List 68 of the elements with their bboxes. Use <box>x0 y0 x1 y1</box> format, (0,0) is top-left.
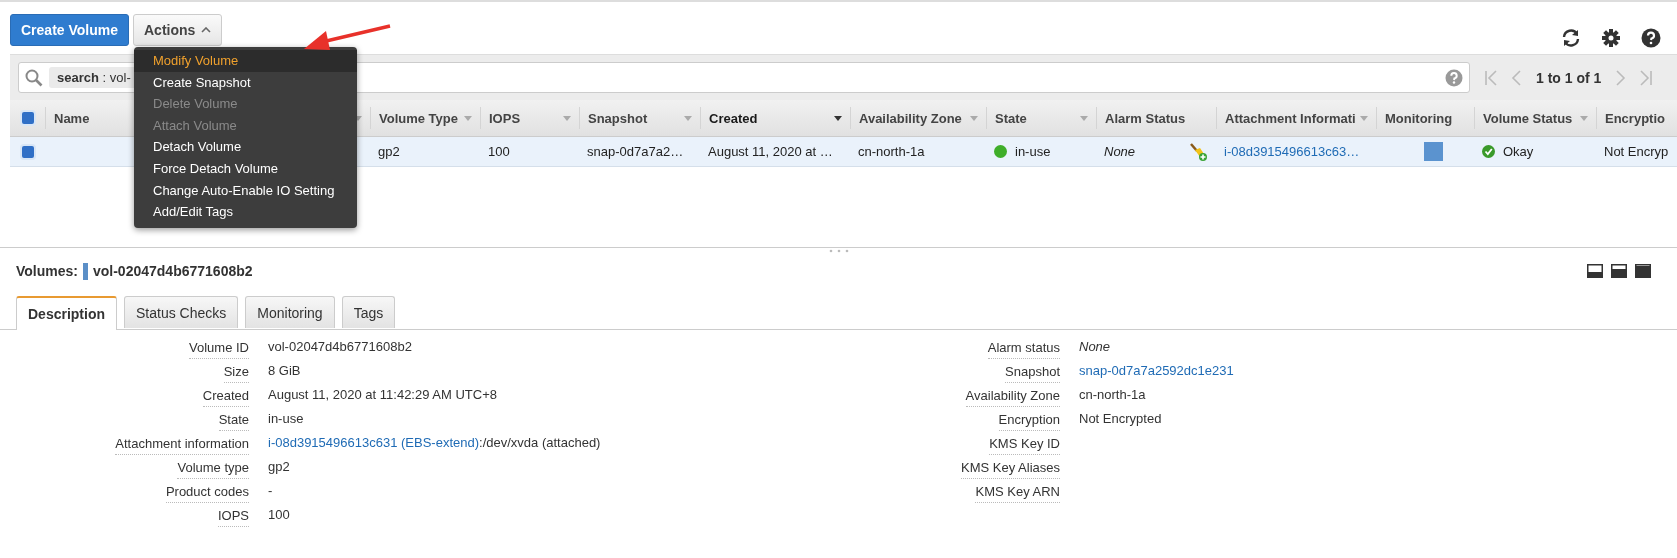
layout-icon[interactable] <box>1611 264 1627 278</box>
field-label: Snapshot <box>1005 361 1060 383</box>
sort-caret-icon[interactable] <box>834 115 842 121</box>
field-label: Alarm status <box>987 337 1060 359</box>
field-value: 8 GiB <box>267 362 302 380</box>
field-label: Volume type <box>177 457 249 479</box>
brush-plus-icon[interactable] <box>1188 141 1208 162</box>
menu-item[interactable]: Add/Edit Tags <box>134 201 357 223</box>
field-value: 100 <box>267 506 291 524</box>
table-cell: in-use <box>1015 144 1051 159</box>
thumbnail-icon[interactable] <box>1424 142 1443 161</box>
instance-link[interactable]: i-08d3915496613c631 (EBS-extend) <box>268 435 480 450</box>
tab[interactable]: Status Checks <box>124 296 239 328</box>
table-cell: None <box>1104 144 1136 159</box>
field-value: Not Encrypted <box>1078 410 1163 428</box>
field-value: August 11, 2020 at 11:42:29 AM UTC+8 <box>267 386 498 404</box>
table-cell: 100 <box>488 144 510 159</box>
table-cell: cn-north-1a <box>858 144 925 159</box>
row-checkbox[interactable] <box>20 143 36 160</box>
first-page-icon[interactable] <box>1484 69 1498 86</box>
table-cell: snap-0d7a7a2… <box>587 144 684 159</box>
table-cell: August 11, 2020 at … <box>708 144 833 159</box>
create-volume-button[interactable]: Create Volume <box>10 14 129 46</box>
field-value: None <box>1078 338 1112 356</box>
field-value: in-use <box>267 410 305 428</box>
field-label: Product codes <box>165 481 249 503</box>
actions-button[interactable]: Actions <box>133 14 223 46</box>
settings-icon[interactable] <box>1601 28 1621 48</box>
table-cell: Not Encryp <box>1604 144 1669 159</box>
volume-marker <box>83 262 88 280</box>
field-value: cn-north-1a <box>1078 386 1147 404</box>
field-label: Attachment information <box>115 433 249 455</box>
tab[interactable]: Tags <box>341 296 396 328</box>
layout-icon[interactable] <box>1587 264 1603 278</box>
pager-text: 1 to 1 of 1 <box>1536 69 1602 86</box>
field-label: Encryption <box>998 409 1060 431</box>
field-label: KMS Key ID <box>989 433 1060 455</box>
field-label: Availability Zone <box>965 385 1060 407</box>
select-all-checkbox[interactable] <box>20 110 36 126</box>
refresh-icon[interactable] <box>1561 28 1581 48</box>
field-value: gp2 <box>267 458 291 476</box>
menu-item[interactable]: Force Detach Volume <box>134 157 357 180</box>
tab[interactable]: Description <box>16 296 117 330</box>
tab[interactable]: Monitoring <box>245 296 335 328</box>
field-label: KMS Key ARN <box>975 481 1060 503</box>
field-value: vol-02047d4b6771608b2 <box>267 338 413 356</box>
check-icon <box>1482 145 1495 158</box>
menu-item[interactable]: Modify Volume <box>134 50 357 72</box>
previous-page-icon[interactable] <box>1510 69 1524 86</box>
field-label: Created <box>202 385 249 407</box>
table-cell: Okay <box>1503 144 1534 159</box>
field-label: State <box>218 409 249 431</box>
field-label: Size <box>223 361 249 383</box>
table-cell: gp2 <box>378 144 400 159</box>
last-page-icon[interactable] <box>1639 69 1654 86</box>
search-icon <box>25 68 43 87</box>
snapshot-link[interactable]: snap-0d7a7a2592dc1e231 <box>1079 363 1234 378</box>
menu-item[interactable]: Change Auto-Enable IO Setting <box>134 179 357 202</box>
next-page-icon[interactable] <box>1613 69 1628 86</box>
field-value: - <box>267 482 274 500</box>
field-label: Volume ID <box>189 337 249 359</box>
field-label: KMS Key Aliases <box>961 457 1060 479</box>
field-value: i-08d3915496613c631 (EBS-extend):/dev/xvda (attached) <box>267 434 602 452</box>
field-label: IOPS <box>217 505 249 527</box>
volume-id-title: vol-02047d4b6771608b2 <box>93 263 253 279</box>
caret-icon <box>201 27 212 33</box>
panel-label: Volumes: <box>16 263 78 279</box>
help-icon[interactable] <box>1641 28 1661 48</box>
